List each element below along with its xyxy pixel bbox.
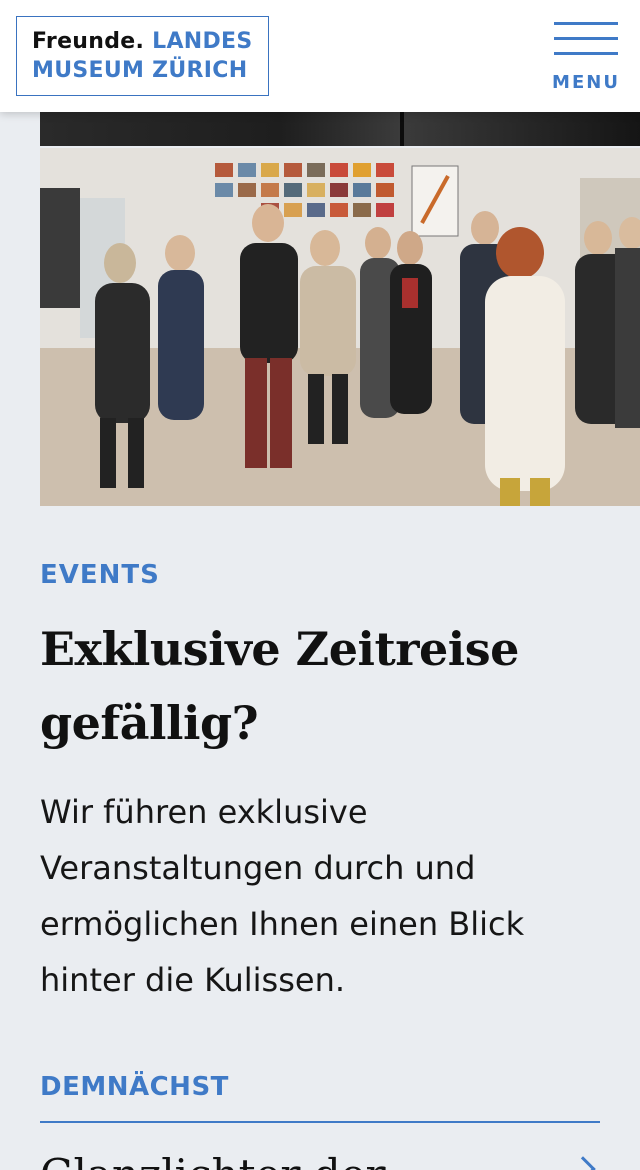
teaser-title-line-2: gefällig? — [40, 696, 259, 750]
upcoming-divider — [40, 1121, 600, 1123]
teaser-description-line-2: Veranstaltungen durch und — [40, 849, 476, 887]
teaser-description: Wir führen exklusive Veranstaltungen dur… — [40, 784, 610, 1008]
site-header: Freunde. LANDES MUSEUM ZÜRICH MENU — [0, 0, 640, 112]
menu-button[interactable]: MENU — [552, 22, 620, 94]
teaser-title-line-1: Exklusive Zeitreise — [40, 622, 519, 676]
category-label: EVENTS — [40, 560, 160, 590]
teaser-description-line-1: Wir führen exklusive — [40, 793, 368, 831]
logo-text-museum: MUSEUM ZÜRICH — [32, 58, 248, 83]
previous-teaser-image — [40, 112, 640, 146]
logo-text-landes: LANDES — [152, 29, 253, 54]
site-logo[interactable]: Freunde. LANDES MUSEUM ZÜRICH — [16, 16, 269, 96]
event-photo — [40, 148, 640, 506]
teaser-description-line-3: ermöglichen Ihnen einen Blick — [40, 905, 525, 943]
logo-text-freunde: Freunde. — [32, 29, 145, 54]
menu-label: MENU — [552, 72, 620, 93]
upcoming-item-title[interactable]: Glanzlichter der — [40, 1150, 600, 1170]
teaser-title[interactable]: Exklusive Zeitreise gefällig? — [40, 612, 600, 760]
event-photo-illustration — [40, 148, 640, 506]
teaser-description-line-4: hinter die Kulissen. — [40, 961, 346, 999]
upcoming-section-label: DEMNÄCHST — [40, 1072, 229, 1102]
